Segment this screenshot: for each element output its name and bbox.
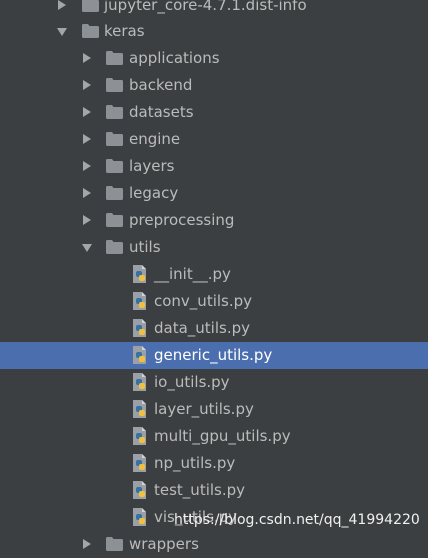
- chevron-right-icon[interactable]: [83, 80, 91, 90]
- folder-icon: [106, 51, 123, 65]
- tree-row-label: conv_utils.py: [154, 292, 253, 310]
- tree-row-backend[interactable]: backend: [0, 72, 428, 99]
- tree-row-utils[interactable]: utils: [0, 234, 428, 261]
- tree-row-label: backend: [129, 76, 193, 94]
- tree-row-engine[interactable]: engine: [0, 126, 428, 153]
- python-file-icon: [132, 400, 148, 418]
- python-file-icon: [132, 373, 148, 391]
- tree-row-label: utils: [129, 238, 161, 256]
- tree-row-label: applications: [129, 49, 220, 67]
- tree-row-conv-utils-py[interactable]: conv_utils.py: [0, 288, 428, 315]
- tree-row-label: keras: [104, 22, 145, 40]
- chevron-right-icon[interactable]: [83, 188, 91, 198]
- python-file-icon: [132, 454, 148, 472]
- python-file-icon: [132, 265, 148, 283]
- chevron-down-icon[interactable]: [82, 244, 92, 252]
- tree-row-np-utils-py[interactable]: np_utils.py: [0, 450, 428, 477]
- folder-icon: [106, 240, 123, 254]
- chevron-right-icon[interactable]: [83, 134, 91, 144]
- folder-icon: [106, 132, 123, 146]
- tree-row-jupyter-core-dist-info[interactable]: jupyter_core-4.7.1.dist-info: [0, 0, 428, 19]
- tree-row-label: __init__.py: [154, 265, 231, 283]
- tree-row-label: engine: [129, 130, 181, 148]
- tree-row-label: jupyter_core-4.7.1.dist-info: [104, 0, 307, 14]
- tree-row-label: np_utils.py: [154, 454, 236, 472]
- tree-row-legacy[interactable]: legacy: [0, 180, 428, 207]
- tree-row-applications[interactable]: applications: [0, 45, 428, 72]
- folder-icon: [106, 78, 123, 92]
- watermark-text: https://blog.csdn.net/qq_41994220: [174, 512, 420, 528]
- chevron-right-icon[interactable]: [58, 0, 66, 10]
- tree-row-multi-gpu-utils-py[interactable]: multi_gpu_utils.py: [0, 423, 428, 450]
- chevron-right-icon[interactable]: [83, 539, 91, 549]
- tree-row-init-py[interactable]: __init__.py: [0, 261, 428, 288]
- python-file-icon: [132, 319, 148, 337]
- tree-row-label: legacy: [129, 184, 179, 202]
- folder-icon: [82, 24, 99, 38]
- tree-row-label: preprocessing: [129, 211, 235, 229]
- tree-row-label: io_utils.py: [154, 373, 230, 391]
- tree-row-datasets[interactable]: datasets: [0, 99, 428, 126]
- tree-row-label: wrappers: [129, 535, 199, 553]
- tree-row-test-utils-py[interactable]: test_utils.py: [0, 477, 428, 504]
- tree-row-layers[interactable]: layers: [0, 153, 428, 180]
- tree-row-preprocessing[interactable]: preprocessing: [0, 207, 428, 234]
- chevron-right-icon[interactable]: [83, 161, 91, 171]
- tree-row-label: layers: [129, 157, 175, 175]
- tree-row-label: data_utils.py: [154, 319, 250, 337]
- tree-row-label: datasets: [129, 103, 194, 121]
- tree-row-data-utils-py[interactable]: data_utils.py: [0, 315, 428, 342]
- chevron-right-icon[interactable]: [83, 107, 91, 117]
- tree-row-keras[interactable]: keras: [0, 18, 428, 45]
- folder-icon: [82, 0, 99, 12]
- folder-icon: [106, 537, 123, 551]
- python-file-icon: [132, 427, 148, 445]
- python-file-icon: [132, 508, 148, 526]
- chevron-right-icon[interactable]: [83, 215, 91, 225]
- folder-icon: [106, 159, 123, 173]
- tree-row-label: layer_utils.py: [154, 400, 254, 418]
- tree-row-io-utils-py[interactable]: io_utils.py: [0, 369, 428, 396]
- tree-row-layer-utils-py[interactable]: layer_utils.py: [0, 396, 428, 423]
- python-file-icon: [132, 346, 148, 364]
- tree-row-generic-utils-py[interactable]: generic_utils.py: [0, 342, 428, 369]
- folder-icon: [106, 186, 123, 200]
- python-file-icon: [132, 481, 148, 499]
- folder-icon: [106, 105, 123, 119]
- chevron-down-icon[interactable]: [57, 28, 67, 36]
- tree-row-label: test_utils.py: [154, 481, 246, 499]
- chevron-right-icon[interactable]: [83, 53, 91, 63]
- python-file-icon: [132, 292, 148, 310]
- tree-row-label: multi_gpu_utils.py: [154, 427, 291, 445]
- tree-row-wrappers[interactable]: wrappers: [0, 531, 428, 558]
- project-tree: jupyter_core-4.7.1.dist-info keras appli…: [0, 0, 428, 553]
- tree-row-label: generic_utils.py: [154, 346, 273, 364]
- folder-icon: [106, 213, 123, 227]
